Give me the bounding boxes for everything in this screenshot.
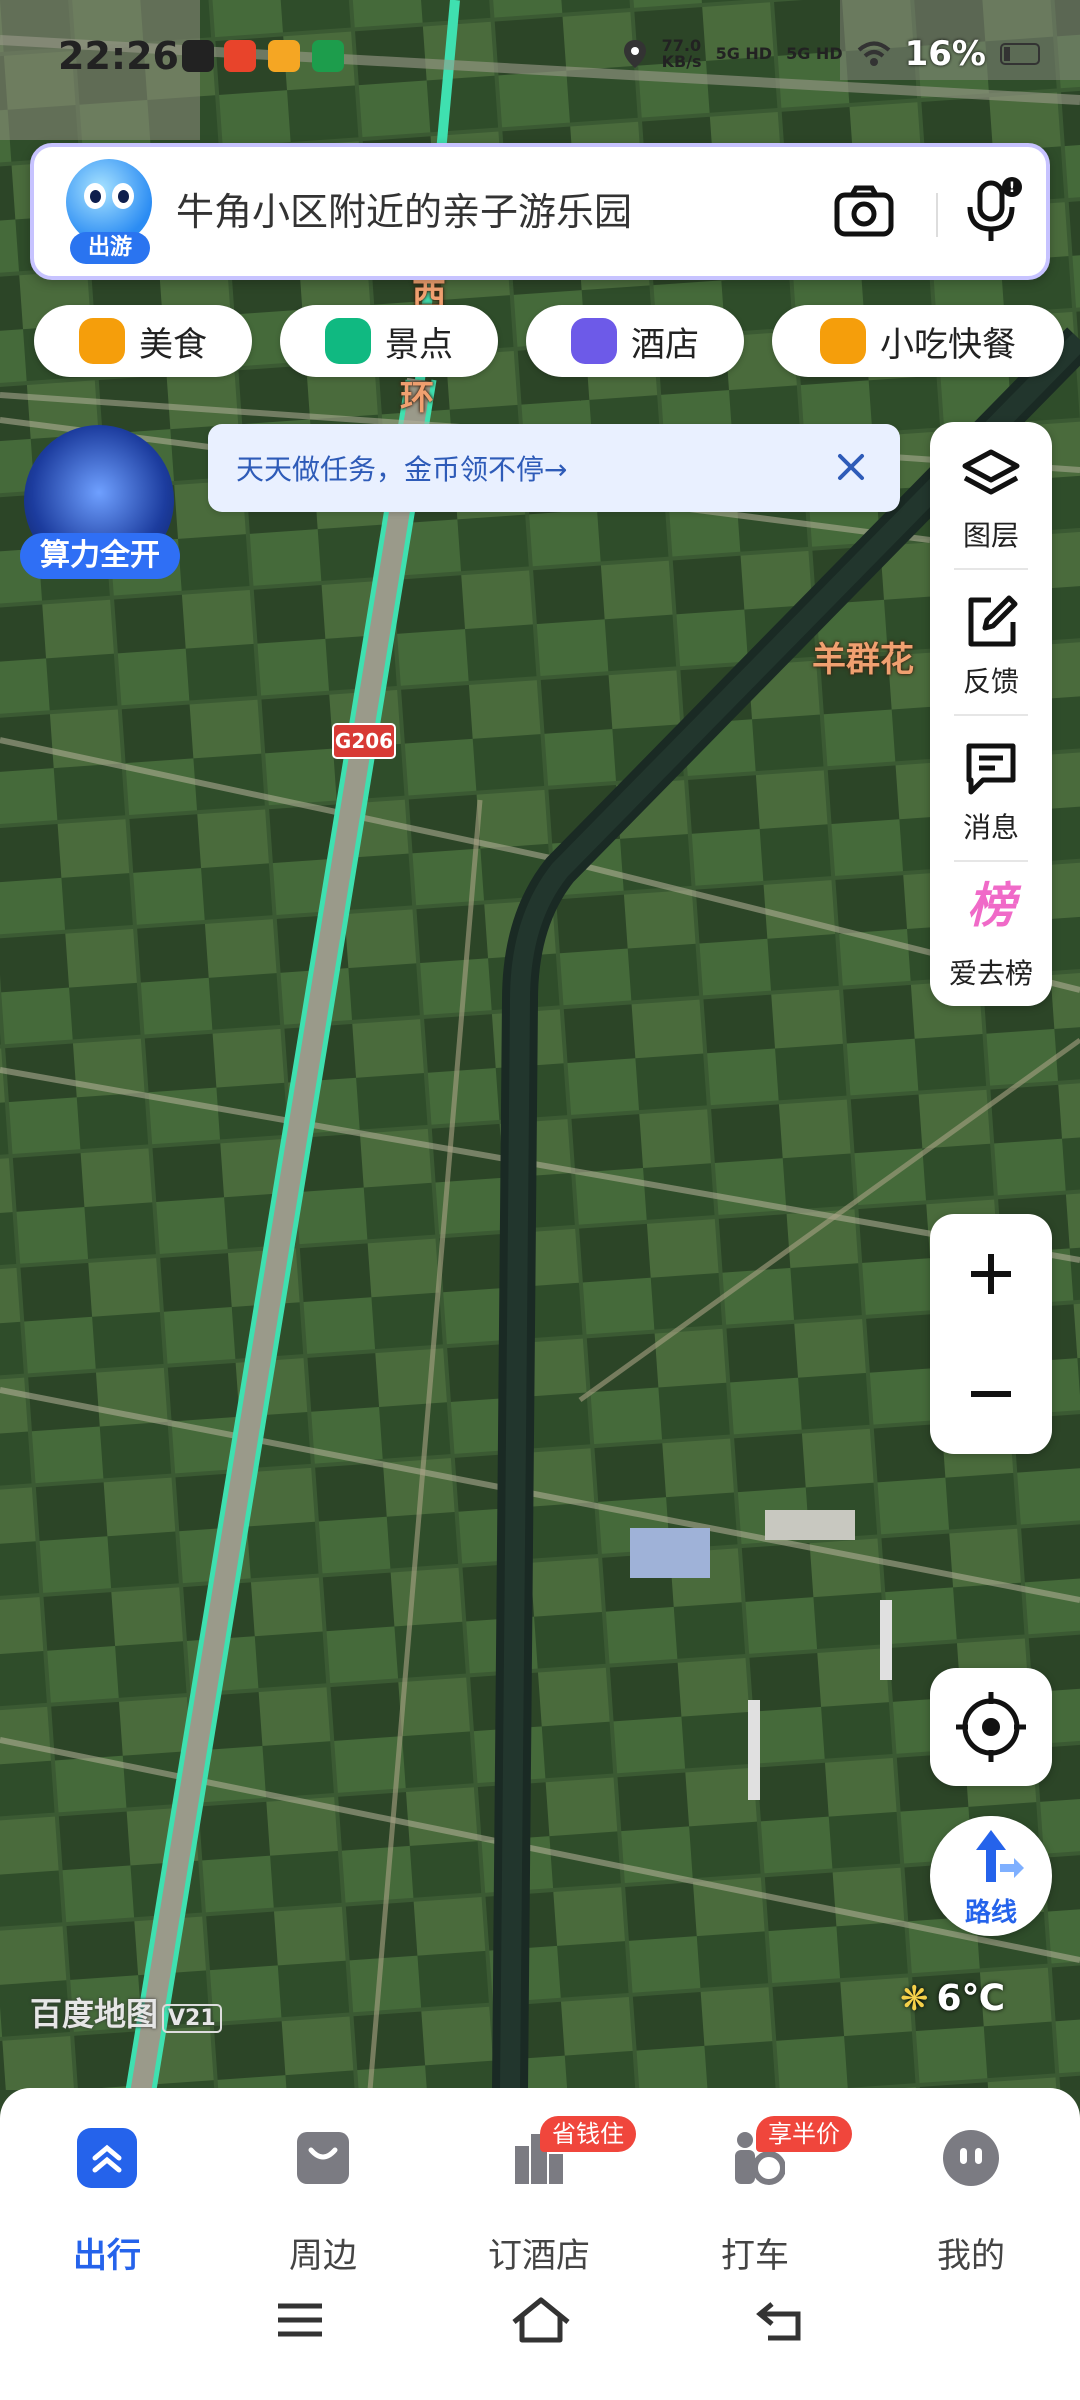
- sim2-signal: 5G HD: [786, 44, 843, 63]
- profile-icon: [943, 2130, 999, 2186]
- clock: 22:26: [58, 34, 179, 78]
- travel-icon: [77, 2128, 137, 2188]
- compute-label: 算力全开: [20, 533, 180, 579]
- food-icon: [79, 318, 125, 364]
- ranking-icon: 榜: [966, 878, 1015, 934]
- weather-widget[interactable]: ❋ 6℃: [900, 1978, 1005, 2019]
- zoom-in-button[interactable]: [930, 1214, 1052, 1334]
- notification-icon: [182, 40, 214, 72]
- zoom-out-button[interactable]: [930, 1334, 1052, 1454]
- tool-feedback[interactable]: 反馈: [930, 568, 1052, 714]
- wifi-icon: [857, 41, 890, 66]
- nav-profile[interactable]: 我的: [886, 2118, 1056, 2276]
- taobao-notification-icon: [224, 40, 256, 72]
- hotel-icon: [571, 318, 617, 364]
- taxi-promo-badge: 享半价: [756, 2116, 852, 2152]
- message-icon: [966, 743, 1016, 795]
- mascot-eye: [112, 183, 134, 209]
- mascot-eye: [84, 183, 106, 209]
- nav-label: 出行: [73, 2236, 141, 2276]
- chip-scenic[interactable]: 景点: [280, 305, 498, 377]
- hotel-promo-badge: 省钱住: [540, 2116, 636, 2152]
- banner-text: 天天做任务，金币领不停→: [236, 453, 568, 486]
- bottom-navigation: 出行 周边 省钱住 订酒店 享半价 打车 我的: [0, 2088, 1080, 2400]
- chip-hotel[interactable]: 酒店: [526, 305, 744, 377]
- back-icon[interactable]: [754, 2298, 808, 2342]
- network-speed: 77.0 KB/s: [661, 36, 702, 71]
- status-icons: 77.0 KB/s 5G HD 5G HD 16%: [622, 34, 1040, 74]
- task-banner[interactable]: 天天做任务，金币领不停→: [208, 424, 900, 512]
- svg-text:!: !: [1009, 180, 1015, 196]
- chip-snacks[interactable]: 小吃快餐: [772, 305, 1064, 377]
- chip-food[interactable]: 美食: [34, 305, 252, 377]
- chip-label: 美食: [139, 324, 207, 365]
- locate-button[interactable]: [930, 1668, 1052, 1786]
- route-button[interactable]: 路线: [930, 1816, 1052, 1936]
- nav-taxi[interactable]: 享半价 打车: [670, 2116, 852, 2276]
- nav-travel[interactable]: 出行: [22, 2118, 192, 2276]
- tool-label: 图层: [962, 519, 1019, 552]
- battery-percent: 16%: [904, 34, 986, 74]
- bag-icon: [297, 2132, 349, 2184]
- tool-label: 消息: [962, 811, 1019, 844]
- battery-icon: [1000, 43, 1040, 65]
- nav-label: 周边: [289, 2236, 357, 2276]
- chip-label: 景点: [385, 324, 453, 365]
- nav-nearby[interactable]: 周边: [238, 2118, 408, 2276]
- map-label-place[interactable]: 羊群花: [812, 632, 914, 681]
- app-notification-icon: [268, 40, 300, 72]
- post-notification-icon: [312, 40, 344, 72]
- tool-label: 爱去榜: [948, 957, 1033, 990]
- layers-icon: [962, 449, 1020, 495]
- zoom-control: [930, 1214, 1052, 1454]
- tool-messages[interactable]: 消息: [930, 714, 1052, 860]
- snack-icon: [820, 318, 866, 364]
- brand-name: 百度地图: [30, 1995, 159, 2033]
- nav-label: 我的: [937, 2236, 1005, 2276]
- feedback-icon: [968, 595, 1018, 647]
- location-icon: [623, 40, 646, 68]
- route-arrow-icon: [976, 1830, 1024, 1882]
- sim1-signal: 5G HD: [715, 44, 773, 63]
- chip-label: 小吃快餐: [880, 324, 1016, 365]
- nav-label: 订酒店: [488, 2236, 590, 2276]
- brand-version: V21: [162, 2004, 222, 2033]
- menu-icon[interactable]: [274, 2300, 326, 2340]
- microphone-icon[interactable]: !: [962, 175, 1022, 245]
- weather-icon: ❋: [900, 1978, 929, 2019]
- scenic-icon: [325, 318, 371, 364]
- nav-label: 打车: [721, 2236, 789, 2276]
- chip-label: 酒店: [631, 324, 699, 365]
- temperature: 6℃: [936, 1978, 1006, 2019]
- close-icon[interactable]: [824, 440, 878, 494]
- route-label: 路线: [964, 1898, 1017, 1928]
- map-brand-logo: 百度地图 V21: [30, 1989, 222, 2035]
- tool-layers[interactable]: 图层: [930, 422, 1052, 568]
- search-input[interactable]: 牛角小区附近的亲子游乐园: [176, 181, 632, 236]
- nav-hotel[interactable]: 省钱住 订酒店: [454, 2116, 636, 2276]
- tool-label: 反馈: [962, 665, 1019, 698]
- road-shield-g206[interactable]: G206: [332, 723, 396, 759]
- crosshair-icon: [956, 1692, 1026, 1762]
- search-box[interactable]: 出游 牛角小区附近的亲子游乐园 !: [30, 143, 1050, 280]
- mascot-tag: 出游: [70, 232, 150, 264]
- camera-icon[interactable]: [834, 185, 894, 237]
- home-icon[interactable]: [510, 2296, 572, 2344]
- map-label-road: 环: [400, 378, 434, 418]
- map-toolbar: 图层 反馈 消息 榜 爱去榜: [930, 422, 1052, 1006]
- divider: [936, 193, 938, 237]
- status-bar: 22:26 77.0 KB/s 5G HD 5G HD 16%: [0, 0, 1080, 110]
- compute-widget[interactable]: 算力全开: [20, 425, 180, 585]
- tool-ranking[interactable]: 榜 爱去榜: [930, 860, 1052, 1006]
